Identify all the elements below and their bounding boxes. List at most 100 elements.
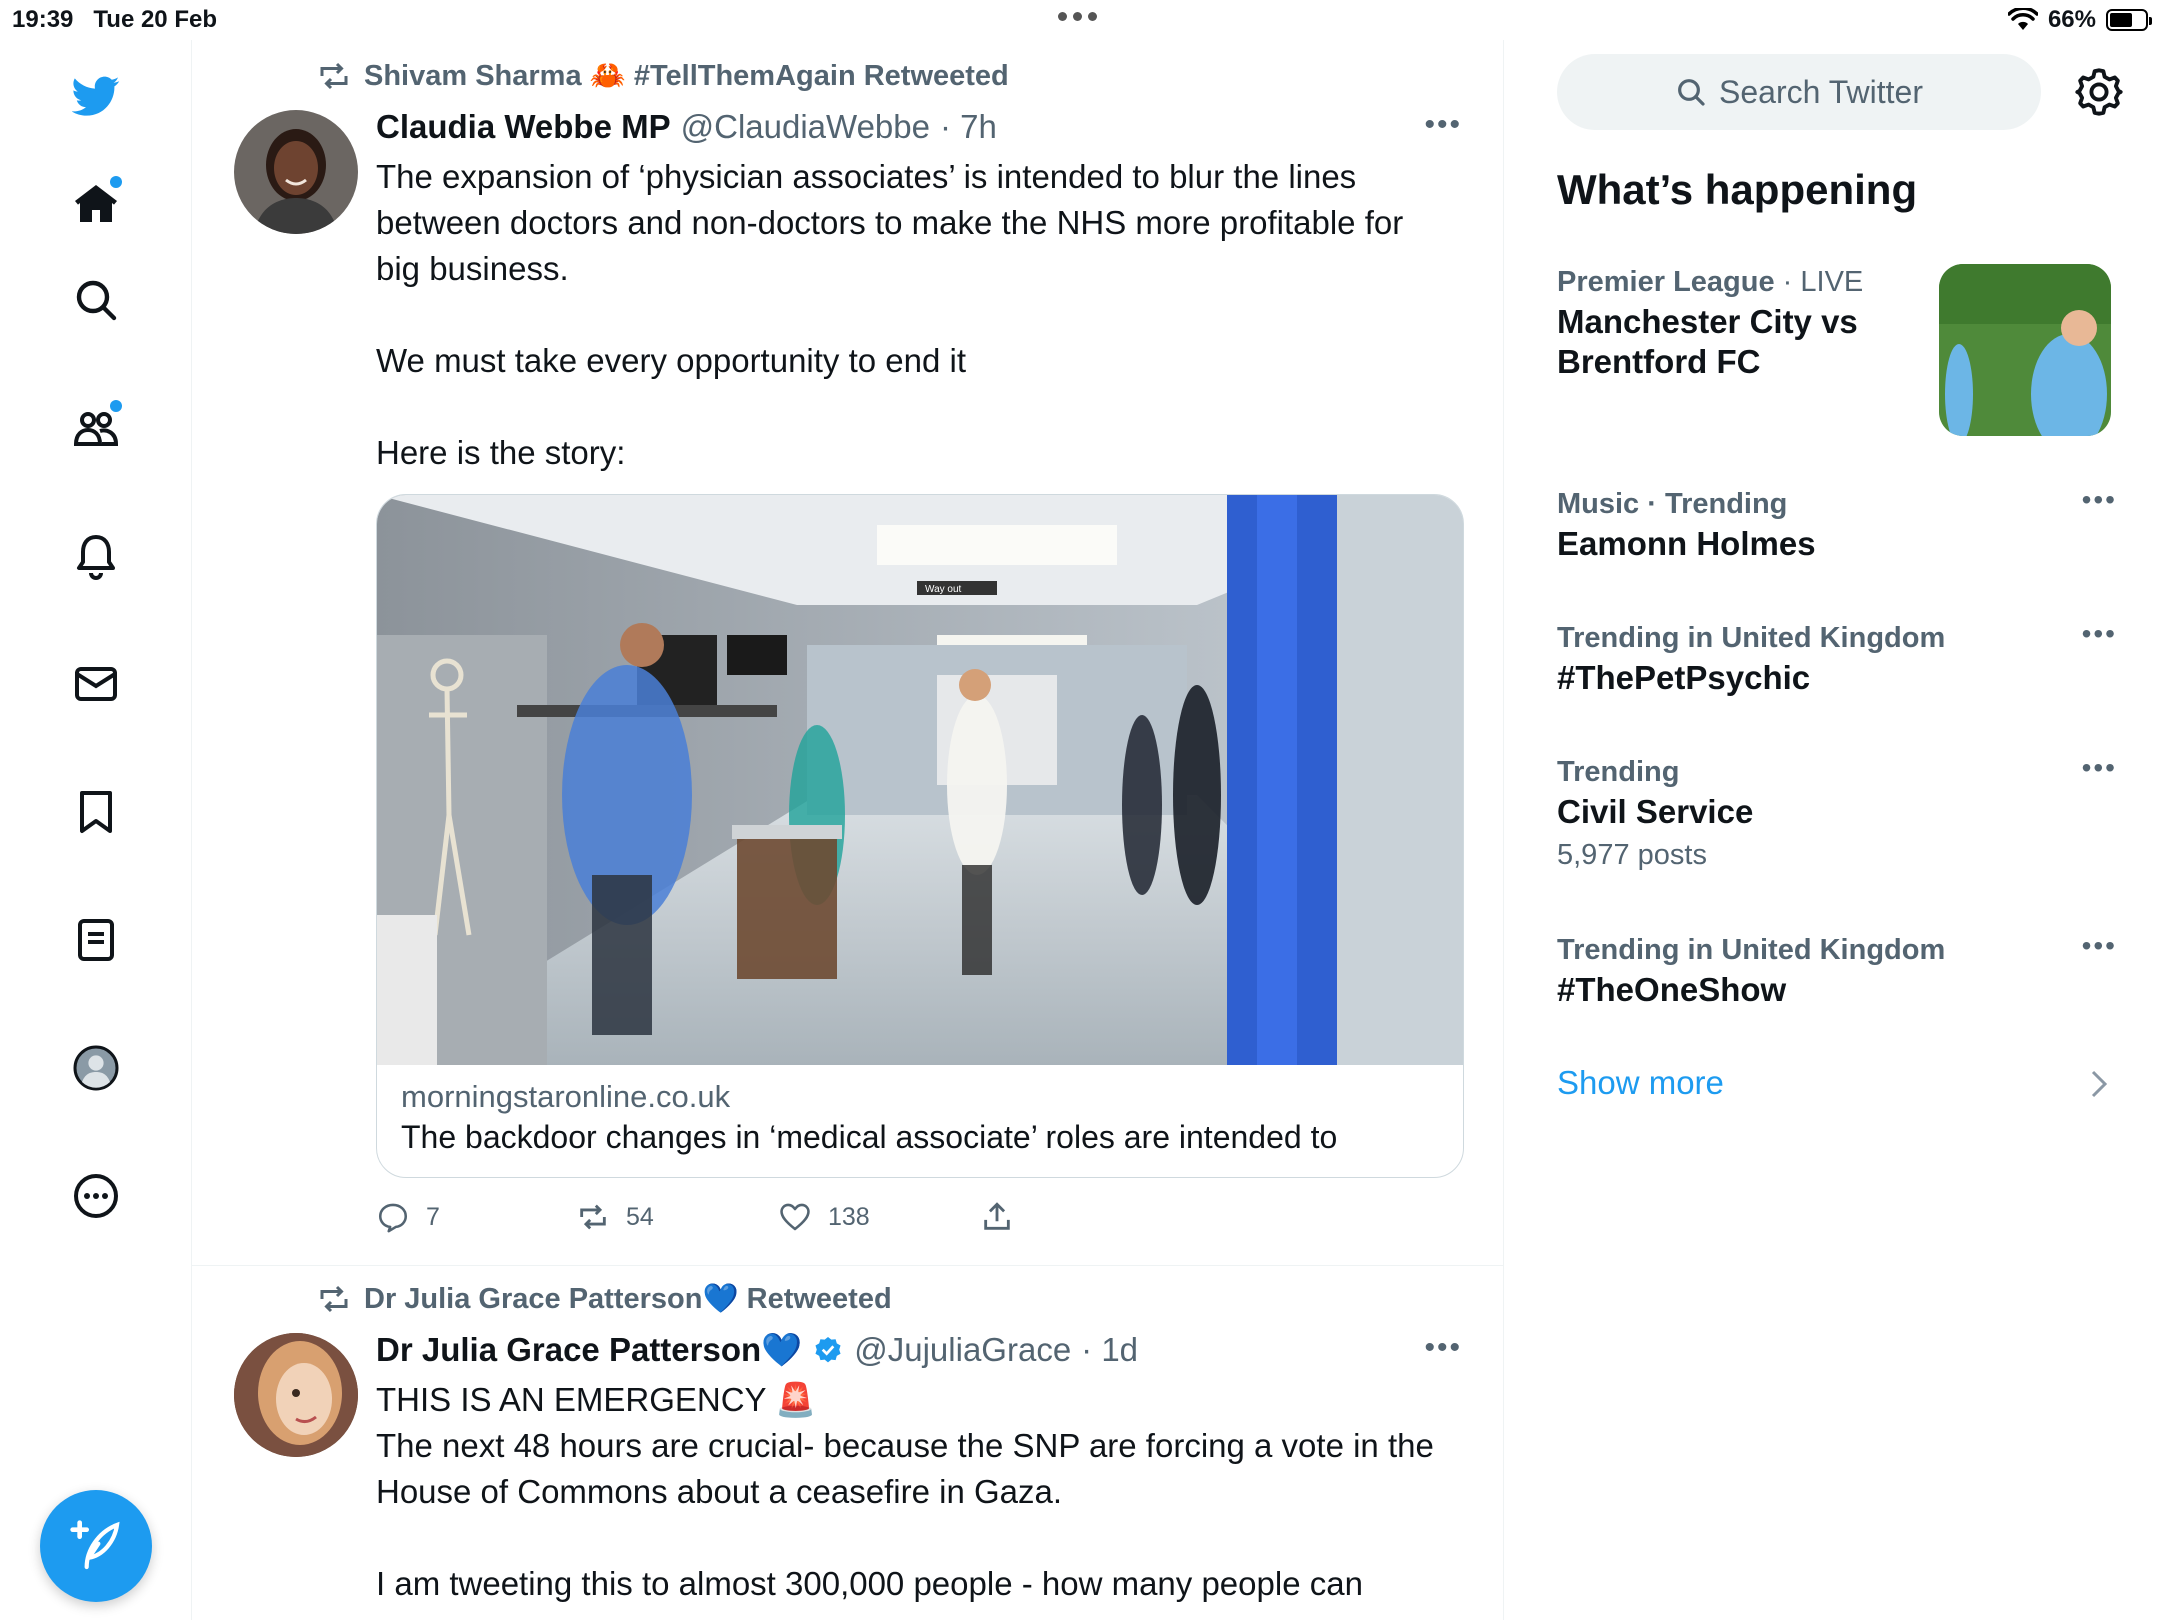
avatar[interactable] bbox=[234, 1333, 358, 1457]
trend-meta: Trending bbox=[1557, 756, 1680, 788]
chevron-right-icon bbox=[2091, 1070, 2108, 1098]
tweet-time[interactable]: · 7h bbox=[940, 108, 997, 146]
battery-percent: 66% bbox=[2047, 6, 2096, 33]
tweet-header: Claudia Webbe MP @ClaudiaWebbe · 7h bbox=[376, 108, 997, 146]
tweet-more-button[interactable]: ••• bbox=[1424, 108, 1462, 142]
retweet-button[interactable]: 54 bbox=[576, 1200, 654, 1234]
verified-badge-icon bbox=[815, 1336, 841, 1362]
reply-icon bbox=[378, 1203, 408, 1233]
whats-happening-title: What’s happening bbox=[1557, 166, 1918, 213]
nav-bookmarks[interactable] bbox=[64, 780, 128, 844]
retweeted-by-text: Shivam Sharma 🦀 #TellThemAgain Retweeted bbox=[364, 60, 1009, 92]
reply-count: 7 bbox=[426, 1202, 440, 1231]
nav-more[interactable] bbox=[64, 1164, 128, 1228]
tweet-time[interactable]: · 1d bbox=[1081, 1331, 1138, 1369]
author-name[interactable]: Dr Julia Grace Patterson💙 bbox=[376, 1331, 802, 1370]
trend-name: #TheOneShow bbox=[1557, 971, 1787, 1008]
search-placeholder: Search Twitter bbox=[1719, 73, 1923, 110]
heart-icon bbox=[780, 1203, 810, 1231]
trend-name: Manchester City vs Brentford FC bbox=[1557, 303, 1858, 380]
tweet-more-button[interactable]: ••• bbox=[1424, 1331, 1462, 1365]
messages-envelope-icon bbox=[75, 667, 117, 701]
avatar-photo bbox=[234, 110, 358, 234]
trend-more-button[interactable]: ••• bbox=[2082, 484, 2117, 516]
like-count: 138 bbox=[828, 1202, 870, 1231]
retweet-icon bbox=[580, 1204, 606, 1230]
multitasking-dots[interactable] bbox=[1058, 12, 1097, 21]
tweet[interactable]: Dr Julia Grace Patterson💙 Retweeted Dr J… bbox=[192, 1267, 1503, 1620]
card-image: Way out bbox=[377, 495, 1463, 1065]
reply-button[interactable]: 7 bbox=[376, 1200, 440, 1234]
trend-item[interactable]: Premier League · LIVE Manchester City vs… bbox=[1557, 262, 1937, 382]
search-icon bbox=[1678, 79, 1705, 106]
retweet-count: 54 bbox=[626, 1202, 654, 1231]
tweet-text: The expansion of ‘physician associates’ … bbox=[376, 158, 1404, 471]
nav-notifications[interactable] bbox=[64, 524, 128, 588]
card-domain: morningstaronline.co.uk bbox=[401, 1079, 731, 1114]
trend-name: Civil Service bbox=[1557, 793, 1754, 830]
trend-item[interactable]: Trending Civil Service 5,977 posts ••• bbox=[1557, 752, 2117, 878]
trend-post-count: 5,977 posts bbox=[1557, 839, 1707, 871]
communities-notification-dot bbox=[110, 400, 122, 412]
lists-icon bbox=[78, 919, 114, 961]
trend-more-button[interactable]: ••• bbox=[2082, 618, 2117, 650]
battery-icon bbox=[2106, 9, 2152, 31]
retweet-icon bbox=[320, 1285, 348, 1313]
show-more-link[interactable]: Show more bbox=[1557, 1064, 1724, 1102]
search-input[interactable]: Search Twitter bbox=[1557, 54, 2041, 130]
more-circle-icon bbox=[74, 1174, 118, 1218]
football-photo bbox=[1939, 264, 2111, 436]
author-name[interactable]: Claudia Webbe MP bbox=[376, 108, 671, 146]
avatar-photo bbox=[234, 1333, 358, 1457]
retweet-context[interactable]: Dr Julia Grace Patterson💙 Retweeted bbox=[316, 1281, 892, 1317]
trend-name: Eamonn Holmes bbox=[1557, 525, 1816, 562]
trend-meta: Music · Trending bbox=[1557, 488, 1788, 520]
trend-meta: Premier League · LIVE bbox=[1557, 266, 1864, 298]
notifications-bell-icon bbox=[77, 535, 115, 580]
compose-icon bbox=[70, 1520, 120, 1570]
right-sidebar: Search Twitter What’s happening Premier … bbox=[1505, 40, 2160, 1620]
status-bar: 19:39 Tue 20 Feb 66% bbox=[0, 0, 2160, 40]
nav-explore[interactable] bbox=[64, 268, 128, 332]
status-time: 19:39 Tue 20 Feb bbox=[12, 6, 217, 33]
tweet-text: THIS IS AN EMERGENCY 🚨 The next 48 hours… bbox=[376, 1381, 1434, 1602]
link-card[interactable]: Way out morningstaronline.co.uk The back… bbox=[376, 494, 1464, 1178]
trend-item[interactable]: Trending in United Kingdom #TheOneShow •… bbox=[1557, 930, 2117, 1010]
left-navigation bbox=[0, 40, 192, 1620]
author-handle[interactable]: @ClaudiaWebbe bbox=[681, 108, 930, 146]
settings-gear-icon[interactable] bbox=[2073, 66, 2125, 118]
card-title: The backdoor changes in ‘medical associa… bbox=[401, 1119, 1338, 1155]
compose-tweet-button[interactable] bbox=[40, 1490, 152, 1602]
like-button[interactable]: 138 bbox=[778, 1200, 870, 1234]
twitter-bird-icon bbox=[72, 76, 120, 116]
bookmark-icon bbox=[80, 791, 112, 833]
retweeted-by-text: Dr Julia Grace Patterson💙 Retweeted bbox=[364, 1283, 892, 1315]
nav-messages[interactable] bbox=[64, 652, 128, 716]
trend-thumbnail[interactable] bbox=[1939, 264, 2111, 436]
nav-home[interactable] bbox=[64, 172, 128, 236]
nav-lists[interactable] bbox=[64, 908, 128, 972]
retweet-context[interactable]: Shivam Sharma 🦀 #TellThemAgain Retweeted bbox=[316, 58, 1009, 94]
profile-avatar-icon bbox=[73, 1045, 119, 1091]
trend-item[interactable]: Music · Trending Eamonn Holmes ••• bbox=[1557, 484, 2117, 564]
trend-meta: Trending in United Kingdom bbox=[1557, 622, 1946, 654]
nav-profile[interactable] bbox=[64, 1036, 128, 1100]
tweet[interactable]: Shivam Sharma 🦀 #TellThemAgain Retweeted… bbox=[192, 40, 1503, 1266]
twitter-logo[interactable] bbox=[64, 64, 128, 128]
trend-item[interactable]: Trending in United Kingdom #ThePetPsychi… bbox=[1557, 618, 2117, 698]
trend-more-button[interactable]: ••• bbox=[2082, 930, 2117, 962]
share-button[interactable] bbox=[980, 1200, 1014, 1234]
home-timeline: Shivam Sharma 🦀 #TellThemAgain Retweeted… bbox=[192, 40, 1504, 1620]
tweet-header: Dr Julia Grace Patterson💙 @JujuliaGrace … bbox=[376, 1331, 1138, 1370]
share-icon bbox=[984, 1202, 1010, 1230]
tweet-actions: 7 54 138 bbox=[376, 1200, 1076, 1240]
home-notification-dot bbox=[110, 176, 122, 188]
trend-more-button[interactable]: ••• bbox=[2082, 752, 2117, 784]
nav-communities[interactable] bbox=[64, 396, 128, 460]
trend-name: #ThePetPsychic bbox=[1557, 659, 1811, 696]
status-right: 66% bbox=[2007, 6, 2152, 34]
avatar[interactable] bbox=[234, 110, 358, 234]
wifi-icon bbox=[2007, 8, 2038, 30]
author-handle[interactable]: @JujuliaGrace bbox=[854, 1331, 1071, 1369]
trend-meta: Trending in United Kingdom bbox=[1557, 934, 1946, 966]
